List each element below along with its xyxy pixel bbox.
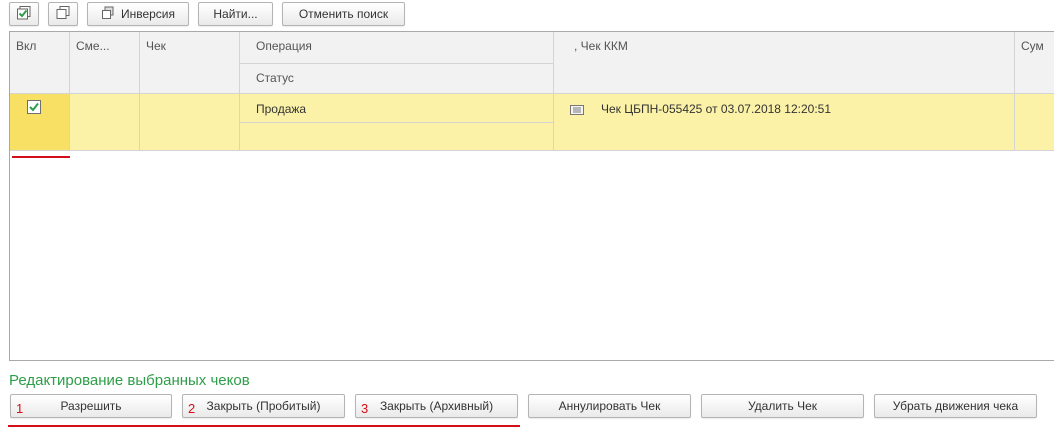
document-icon — [570, 104, 584, 118]
inversion-button[interactable]: Инверсия — [87, 2, 189, 26]
find-label: Найти... — [213, 7, 258, 21]
row-checkbox[interactable] — [27, 100, 41, 114]
grid-line — [239, 32, 240, 151]
delete-check-button[interactable]: Удалить Чек — [701, 394, 864, 418]
operation-cell: Продажа — [256, 102, 307, 116]
inversion-label: Инверсия — [120, 7, 176, 21]
remove-movements-button[interactable]: Убрать движения чека — [874, 394, 1037, 418]
grid-line — [10, 150, 1054, 151]
grid-line — [1014, 32, 1015, 151]
kkm-check-cell: Чек ЦБПН-055425 от 03.07.2018 12:20:51 — [601, 102, 832, 116]
highlight-underline — [12, 156, 70, 158]
cancel-search-label: Отменить поиск — [298, 7, 389, 21]
grid-line — [10, 93, 1054, 94]
check-all-button[interactable] — [9, 2, 39, 26]
copy-button[interactable] — [48, 2, 78, 26]
annotation-number-1: 1 — [16, 401, 24, 416]
find-button[interactable]: Найти... — [198, 2, 273, 26]
close-punched-button[interactable]: Закрыть (Пробитый) — [182, 394, 345, 418]
close-archived-button[interactable]: Закрыть (Архивный) — [355, 394, 518, 418]
header-check[interactable]: Чек — [140, 32, 239, 94]
grid-line — [139, 32, 140, 151]
grid-line — [69, 32, 70, 151]
check-all-icon — [16, 5, 32, 24]
header-shift[interactable]: Сме... — [70, 32, 139, 94]
grid-line — [553, 32, 554, 151]
checks-table[interactable]: Вкл Сме... Чек Операция Статус , Чек ККМ… — [9, 31, 1054, 361]
header-status[interactable]: Статус — [240, 64, 553, 94]
allow-button[interactable]: Разрешить — [10, 394, 172, 418]
grid-line — [240, 63, 553, 64]
annotation-number-2: 2 — [188, 401, 196, 416]
header-operation[interactable]: Операция — [240, 32, 553, 63]
header-kkm-check[interactable]: , Чек ККМ — [554, 32, 1014, 94]
annul-check-button[interactable]: Аннулировать Чек — [528, 394, 691, 418]
cancel-search-button[interactable]: Отменить поиск — [282, 2, 405, 26]
annotation-underline — [8, 425, 520, 427]
annotation-number-3: 3 — [361, 401, 369, 416]
header-sum[interactable]: Сум — [1015, 32, 1054, 94]
header-enabled[interactable]: Вкл — [10, 32, 69, 94]
section-title: Редактирование выбранных чеков — [9, 372, 250, 389]
checkbox-checked-icon — [27, 100, 41, 114]
inversion-icon — [101, 6, 115, 23]
grid-line — [240, 122, 553, 123]
copy-icon — [55, 5, 71, 24]
